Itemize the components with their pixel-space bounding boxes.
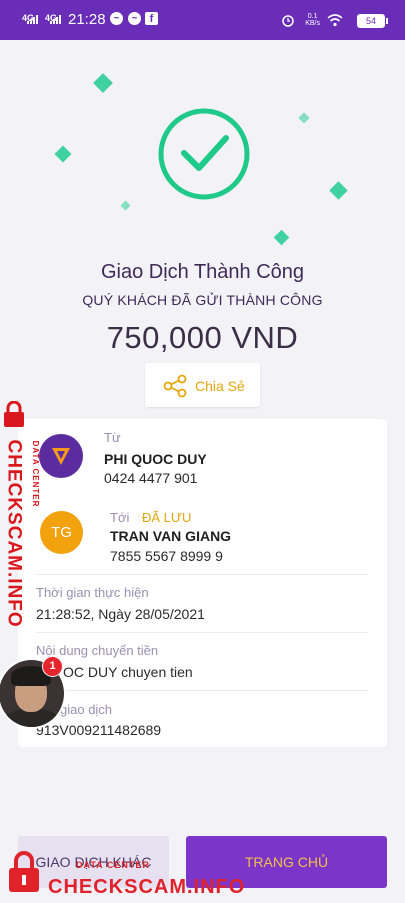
sparkle-decoration [273,229,290,246]
facebook-icon: f [145,12,158,25]
transaction-details-card: Từ PHI QUOC DUY 0424 4477 901 TG Tới ĐÃ … [18,419,387,747]
lock-icon [4,401,24,427]
divider [36,574,368,575]
bank-logo-icon [52,448,70,465]
sparkle-decoration [298,112,310,124]
time-value: 21:28:52, Ngày 28/05/2021 [36,606,205,622]
messenger-icon: ~ [110,12,123,25]
network-speed: 0.1 KB/s [305,13,320,27]
recipient-avatar: TG [40,511,83,554]
notification-badge: 1 [42,656,63,677]
share-icon [163,374,187,398]
signal-icon-2 [50,14,61,24]
battery-icon: 54 [357,14,388,28]
sender-name: PHI QUOC DUY [104,451,207,467]
divider [36,632,368,633]
sparkle-decoration [120,200,131,211]
transaction-code-label: giao dịch [60,702,113,717]
alarm-icon [282,15,294,27]
sparkle-decoration [93,73,113,93]
divider [36,690,368,691]
signal-icon-1 [27,14,38,24]
lock-icon [9,851,39,892]
clock: 21:28 [68,11,106,28]
share-label: Chia Sẻ [195,378,245,394]
saved-badge: ĐÃ LƯU [142,510,192,525]
watermark-small-vertical: DATA CENTER [31,440,40,508]
result-title: Giao Dịch Thành Công [100,261,305,283]
sender-account: 0424 4477 901 [104,470,198,486]
transfer-amount: 750,000 VND [106,320,299,355]
messenger-icon-2: ~ [128,12,141,25]
watermark-bottom: CHECKSCAM.INFO [48,876,246,898]
content-value: OC DUY chuyen tien [63,664,193,680]
success-check-icon [158,108,250,200]
recipient-account: 7855 5567 8999 9 [110,548,223,564]
result-subtitle: QUÝ KHÁCH ĐÃ GỬI THÀNH CÔNG [82,292,323,308]
to-label: Tới [110,510,130,525]
sender-avatar [39,434,83,478]
wifi-icon [327,14,343,27]
from-label: Từ [104,430,121,445]
sparkle-decoration [54,145,72,163]
time-label: Thời gian thực hiện [36,585,149,600]
share-button[interactable]: Chia Sẻ [145,363,260,407]
watermark-small-bottom: DATA CENTER [76,860,150,870]
recipient-name: TRAN VAN GIANG [110,528,232,544]
watermark-vertical: CHECKSCAM.INFO [3,439,25,628]
sparkle-decoration [329,181,348,200]
status-bar: 4G 4G 21:28 ~ ~ f 0.1 KB/s 54 [0,0,405,40]
